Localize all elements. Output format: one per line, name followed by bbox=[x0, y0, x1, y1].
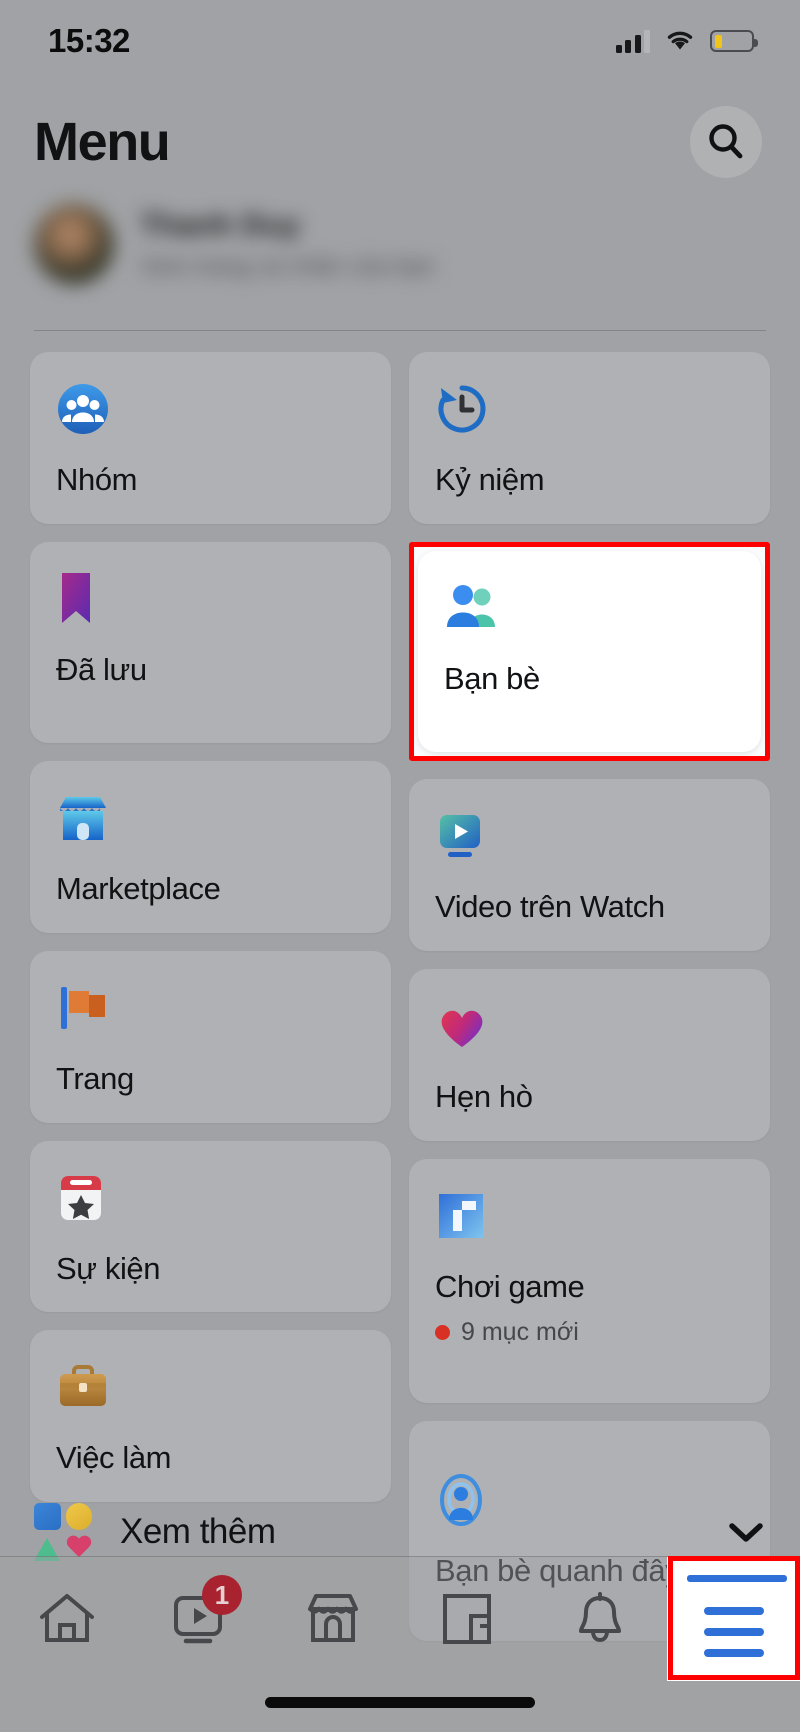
nav-item-marketplace[interactable] bbox=[267, 1557, 400, 1681]
friends-tile-highlight-annotation: Bạn bè bbox=[409, 541, 770, 762]
menu-tile-gaming[interactable]: Chơi game 9 mục mới bbox=[409, 1158, 770, 1404]
marketplace-icon bbox=[308, 1594, 359, 1642]
wifi-icon bbox=[667, 31, 693, 50]
dating-heart-icon bbox=[435, 999, 744, 1053]
divider bbox=[34, 330, 766, 331]
menu-grid-left-column: Nhóm Đã lưu Marketplace Trang Sự kiện Vi… bbox=[30, 352, 391, 1502]
page-header: Menu bbox=[0, 92, 800, 192]
bottom-nav: 1 bbox=[0, 1556, 800, 1732]
storefront-icon bbox=[56, 791, 365, 845]
menu-tile-label: Kỷ niệm bbox=[435, 462, 545, 497]
search-button[interactable] bbox=[690, 106, 762, 178]
home-indicator bbox=[265, 1697, 535, 1708]
menu-tile-label: Video trên Watch bbox=[435, 889, 665, 925]
shapes-icon bbox=[34, 1503, 92, 1561]
menu-tile-label: Trang bbox=[56, 1060, 134, 1096]
active-tab-indicator-copy bbox=[687, 1575, 787, 1582]
new-items-dot bbox=[435, 1325, 450, 1341]
watch-badge: 1 bbox=[201, 1575, 242, 1615]
menu-tile-marketplace[interactable]: Marketplace bbox=[30, 761, 391, 933]
menu-tile-label: Việc làm bbox=[56, 1440, 172, 1476]
menu-tile-events[interactable]: Sự kiện bbox=[30, 1140, 391, 1313]
nav-item-home[interactable] bbox=[0, 1557, 133, 1681]
nav-item-notifications[interactable] bbox=[533, 1557, 666, 1681]
groups-icon bbox=[56, 382, 365, 436]
friends-icon bbox=[444, 581, 735, 635]
menu-tile-friends[interactable]: Bạn bè bbox=[418, 550, 761, 753]
cellular-signal-icon bbox=[615, 29, 650, 53]
briefcase-icon bbox=[56, 1360, 365, 1414]
menu-tile-jobs[interactable]: Việc làm bbox=[30, 1330, 391, 1502]
menu-tile-watch[interactable]: Video trên Watch bbox=[409, 779, 770, 951]
menu-tile-dating[interactable]: Hẹn hò bbox=[409, 968, 770, 1141]
bell-icon bbox=[578, 1592, 621, 1643]
see-more-label: Xem thêm bbox=[120, 1512, 276, 1551]
profile-subtitle: Xem trang cá nhân của bạn bbox=[140, 253, 435, 280]
status-bar: 15:32 bbox=[0, 0, 800, 82]
calendar-star-icon bbox=[56, 1171, 365, 1225]
menu-tab-highlight-annotation bbox=[668, 1556, 800, 1680]
menu-tile-memories[interactable]: Kỷ niệm bbox=[409, 352, 770, 524]
gaming-icon bbox=[442, 1594, 491, 1644]
memories-clock-icon bbox=[435, 382, 744, 436]
menu-grid-right-column: Kỷ niệm Bạn bè Video trên Watch Hẹn hò C… bbox=[409, 352, 770, 1641]
new-items-text: 9 mục mới bbox=[461, 1318, 579, 1347]
battery-low-icon bbox=[710, 30, 758, 52]
profile-name: Thanh Duy bbox=[140, 207, 301, 242]
menu-tile-label: Chơi game bbox=[435, 1268, 585, 1304]
search-icon bbox=[709, 124, 743, 159]
pages-flag-icon bbox=[56, 981, 365, 1035]
profile-row[interactable]: Thanh Duy Xem trang cá nhân của bạn bbox=[34, 198, 766, 290]
menu-tile-badge: 9 mục mới bbox=[435, 1318, 744, 1347]
menu-tile-label: Marketplace bbox=[56, 871, 221, 907]
menu-tile-saved[interactable]: Đã lưu bbox=[30, 541, 391, 744]
status-indicators bbox=[615, 29, 758, 53]
status-time: 15:32 bbox=[48, 22, 130, 59]
gaming-icon bbox=[435, 1189, 744, 1243]
menu-grid: Nhóm Đã lưu Marketplace Trang Sự kiện Vi… bbox=[30, 352, 770, 1641]
hamburger-menu-icon-copy bbox=[704, 1607, 764, 1657]
menu-tile-label: Nhóm bbox=[56, 462, 138, 497]
chevron-down-icon[interactable] bbox=[726, 1519, 766, 1545]
page-title: Menu bbox=[34, 112, 171, 172]
menu-tile-label: Sự kiện bbox=[56, 1250, 161, 1286]
menu-tile-pages[interactable]: Trang bbox=[30, 950, 391, 1123]
avatar bbox=[34, 204, 114, 284]
bookmark-icon bbox=[56, 572, 365, 626]
phone-screen: 15:32 Menu Thanh Duy Xem trang cá nhân c… bbox=[0, 0, 800, 1732]
menu-tile-label: Bạn bè bbox=[444, 660, 540, 696]
watch-play-icon bbox=[435, 809, 744, 863]
home-icon bbox=[39, 1594, 94, 1642]
menu-tile-label: Đã lưu bbox=[56, 651, 147, 687]
nav-item-gaming[interactable] bbox=[400, 1557, 533, 1681]
menu-tile-groups[interactable]: Nhóm bbox=[30, 352, 391, 524]
menu-tile-label: Hẹn hò bbox=[435, 1078, 533, 1114]
nav-item-watch[interactable]: 1 bbox=[133, 1557, 266, 1681]
